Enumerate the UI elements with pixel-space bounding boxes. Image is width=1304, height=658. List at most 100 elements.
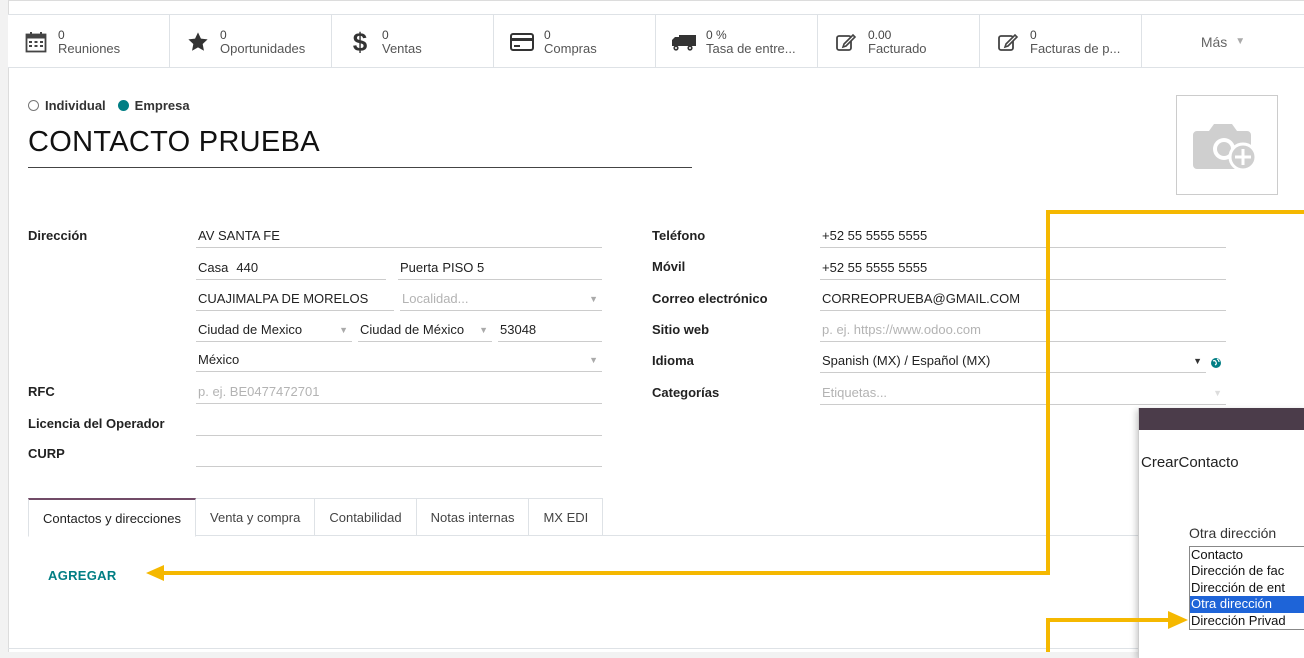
chevron-down-icon: ▼: [1235, 36, 1246, 47]
door-input[interactable]: Puerta PISO 5: [398, 256, 602, 280]
zip-input[interactable]: 53048: [498, 318, 602, 342]
dialog-title: CrearContacto: [1141, 454, 1239, 471]
chevron-down-icon: ▼: [1213, 387, 1222, 398]
language-select[interactable]: Spanish (MX) / Español (MX) ▼: [820, 349, 1206, 373]
opportunities-count: 0: [220, 27, 227, 42]
invoiced-amount: 0.00: [868, 27, 892, 42]
door-value: PISO 5: [442, 260, 485, 275]
tab-mx-edi[interactable]: MX EDI: [529, 498, 604, 536]
add-contact-button[interactable]: AGREGAR: [48, 568, 117, 583]
smart-button-bar: 0 Reuniones 0 Oportunidades $ 0 Ventas 0 Com…: [8, 14, 1304, 68]
option-private-address[interactable]: Dirección Privad: [1190, 613, 1304, 629]
create-contact-dialog: CrearContacto Otra dirección Contacto Di…: [1138, 408, 1304, 658]
edit-icon: [994, 28, 1022, 56]
street2-prefix: Casa: [198, 260, 229, 275]
language-value: Spanish (MX) / Español (MX): [822, 353, 991, 368]
operator-license-input[interactable]: [196, 412, 602, 436]
country-select[interactable]: México ▼: [196, 348, 602, 372]
rfc-input[interactable]: p. ej. BE0477472701: [196, 380, 602, 404]
curp-label: CURP: [28, 446, 65, 461]
sales-button[interactable]: $ 0 Ventas: [332, 15, 494, 68]
state-select[interactable]: Ciudad de México ▼: [358, 318, 492, 342]
language-label: Idioma: [652, 353, 694, 368]
purchases-count: 0: [544, 27, 551, 42]
chevron-down-icon: ▼: [1193, 355, 1202, 366]
tab-accounting[interactable]: Contabilidad: [315, 498, 417, 536]
email-input[interactable]: CORREOPRUEBA@GMAIL.COM: [820, 287, 1226, 311]
tab-internal-notes[interactable]: Notas internas: [416, 498, 530, 536]
notebook-tabs: Contactos y direcciones Venta y compra C…: [28, 498, 1296, 537]
company-type-selector: Individual Empresa: [28, 98, 202, 113]
street-number: 440: [236, 260, 259, 275]
address-type-listbox[interactable]: Contacto Dirección de fac Dirección de e…: [1189, 546, 1304, 630]
contact-name-input[interactable]: CONTACTO PRUEBA: [28, 126, 692, 168]
email-label: Correo electrónico: [652, 291, 768, 306]
address-type-label: Otra dirección: [1189, 525, 1277, 541]
sales-label: Ventas: [382, 40, 422, 56]
company-radio[interactable]: [117, 100, 129, 111]
avatar-upload[interactable]: [1176, 95, 1278, 195]
dollar-icon: $: [352, 26, 368, 57]
vendor-bills-button[interactable]: 0 Facturas de p...: [980, 15, 1142, 68]
tags-placeholder: Etiquetas...: [822, 385, 888, 400]
option-delivery-address[interactable]: Dirección de ent: [1190, 580, 1304, 596]
street-input[interactable]: AV SANTA FE: [196, 224, 602, 248]
chevron-down-icon: ▼: [479, 324, 488, 335]
camera-plus-icon: [1193, 124, 1258, 172]
edit-icon: [832, 28, 860, 56]
purchases-button[interactable]: 0 Compras: [494, 15, 656, 68]
city-input[interactable]: CUAJIMALPA DE MORELOS: [196, 287, 394, 311]
chevron-down-icon: ▼: [339, 324, 348, 335]
municipality-select[interactable]: Ciudad de Mexico ▼: [196, 318, 352, 342]
individual-radio[interactable]: [28, 100, 39, 111]
municipality-value: Ciudad de Mexico: [198, 322, 303, 337]
invoiced-label: Facturado: [868, 40, 927, 56]
option-contact[interactable]: Contacto: [1190, 547, 1304, 563]
phone-label: Teléfono: [652, 228, 706, 243]
mobile-input[interactable]: +52 55 5555 5555: [820, 256, 1226, 280]
purchases-label: Compras: [544, 40, 597, 56]
meetings-count: 0: [58, 27, 65, 42]
star-icon: [184, 28, 212, 56]
website-label: Sitio web: [652, 322, 710, 337]
state-value: Ciudad de México: [360, 322, 465, 337]
more-label: Más: [1200, 33, 1228, 50]
dialog-header-bar: [1139, 408, 1304, 430]
on-time-rate-label: Tasa de entre...: [706, 40, 796, 56]
sales-count: 0: [382, 27, 389, 42]
globe-icon[interactable]: [1210, 356, 1222, 374]
phone-input[interactable]: +52 55 5555 5555: [820, 224, 1226, 248]
company-label[interactable]: Empresa: [135, 98, 190, 113]
meetings-label: Reuniones: [58, 40, 121, 56]
tags-input[interactable]: Etiquetas... ▼: [820, 381, 1226, 405]
chevron-down-icon: ▼: [589, 354, 598, 365]
truck-icon: [670, 28, 698, 56]
locality-select[interactable]: Localidad... ▼: [400, 287, 602, 311]
locality-placeholder: Localidad...: [402, 291, 469, 306]
invoiced-button[interactable]: 0.00 Facturado: [818, 15, 980, 68]
chevron-down-icon: ▼: [589, 293, 598, 304]
option-invoice-address[interactable]: Dirección de fac: [1190, 563, 1304, 579]
tab-sales-purchase[interactable]: Venta y compra: [196, 498, 316, 536]
door-prefix: Puerta: [400, 260, 439, 275]
rfc-label: RFC: [28, 384, 55, 399]
address-label: Dirección: [28, 228, 88, 243]
curp-input[interactable]: [196, 443, 602, 467]
individual-label[interactable]: Individual: [45, 98, 106, 113]
opportunities-label: Oportunidades: [220, 40, 306, 56]
tags-label: Categorías: [652, 385, 720, 400]
on-time-rate-value: 0 %: [706, 27, 727, 42]
mobile-label: Móvil: [652, 259, 686, 274]
option-other-address[interactable]: Otra dirección: [1190, 596, 1304, 613]
more-button[interactable]: Más ▼: [1142, 15, 1304, 68]
on-time-rate-button[interactable]: 0 % Tasa de entre...: [656, 15, 818, 68]
opportunities-button[interactable]: 0 Oportunidades: [170, 15, 332, 68]
divider: [8, 648, 1304, 649]
website-input[interactable]: p. ej. https://www.odoo.com: [820, 318, 1226, 342]
vendor-bills-count: 0: [1030, 27, 1037, 42]
tab-contacts-addresses[interactable]: Contactos y direcciones: [28, 498, 197, 537]
operator-license-label: Licencia del Operador: [28, 416, 165, 431]
calendar-icon: [22, 28, 50, 56]
street2-input[interactable]: Casa 440: [196, 256, 386, 280]
meetings-button[interactable]: 0 Reuniones: [8, 15, 170, 68]
